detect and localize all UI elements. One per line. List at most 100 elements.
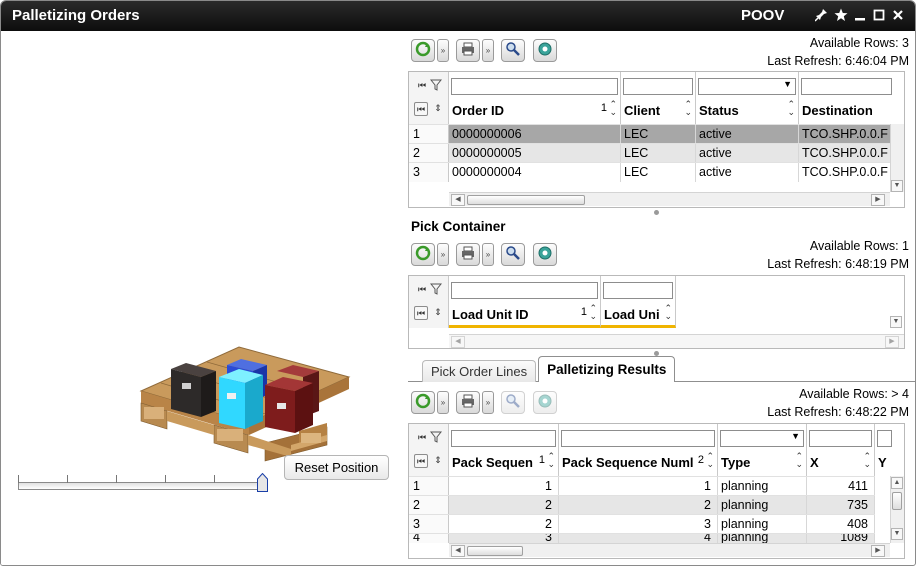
table-row[interactable]: 2 2 2 planning 735	[409, 495, 875, 515]
search-button[interactable]	[501, 391, 525, 414]
scroll-thumb[interactable]	[467, 546, 523, 556]
scroll-arrows-icon[interactable]: ⇕	[431, 454, 445, 468]
column-x[interactable]: X ⌃ ⌄	[807, 424, 875, 476]
pack-sequence-number-filter[interactable]	[561, 430, 715, 447]
filter-icon[interactable]	[429, 431, 443, 445]
column-y[interactable]: Y	[875, 424, 894, 476]
table-row[interactable]: 4 3 4 planning 1089	[409, 533, 875, 543]
sort-icon[interactable]: ⌃ ⌄	[664, 304, 672, 321]
refresh-dropdown[interactable]: »	[437, 39, 449, 62]
scroll-down-arrow[interactable]: ▼	[891, 180, 903, 192]
minimize-icon[interactable]	[853, 8, 866, 22]
first-record-button[interactable]: ⏮	[414, 102, 428, 116]
order-id-filter[interactable]	[451, 78, 618, 95]
search-button[interactable]	[501, 39, 525, 62]
scroll-arrows-icon[interactable]: ⇕	[431, 306, 445, 320]
pick-container-vscroll[interactable]: ▼	[890, 316, 904, 334]
first-record-button[interactable]: ⏮	[414, 454, 428, 468]
star-icon[interactable]	[834, 8, 848, 22]
column-type[interactable]: ▼ Type ⌃ ⌄	[718, 424, 807, 476]
print-dropdown[interactable]: »	[482, 39, 494, 62]
scroll-down-arrow[interactable]: ▼	[890, 316, 902, 328]
table-row[interactable]: 2 0000000005 LEC active TCO.SHP.0.0.F	[409, 143, 894, 163]
close-icon[interactable]	[891, 8, 904, 22]
sort-icon[interactable]: ⌃ ⌄	[863, 452, 871, 469]
table-row[interactable]: 3 0000000004 LEC active TCO.SHP.0.0.F	[409, 162, 894, 182]
print-button[interactable]	[456, 243, 480, 266]
sort-icon[interactable]: ⌃ ⌄	[609, 100, 617, 117]
sort-icon[interactable]: ⌃ ⌄	[547, 452, 555, 469]
reset-view-button[interactable]	[533, 39, 557, 62]
first-row-icon[interactable]: ⏮	[415, 283, 429, 297]
row-number: 1	[409, 477, 449, 496]
column-order-id[interactable]: Order ID 1 ⌃ ⌄	[449, 72, 621, 124]
sort-icon[interactable]: ⌃ ⌄	[787, 100, 795, 117]
print-button[interactable]	[456, 39, 480, 62]
pack-sequence-filter[interactable]	[451, 430, 556, 447]
maximize-icon[interactable]	[872, 8, 885, 22]
orders-hscroll[interactable]: ◀ ▶	[449, 192, 890, 206]
tab-palletizing-results[interactable]: Palletizing Results	[538, 356, 676, 382]
column-pack-sequence[interactable]: Pack Sequen 1 ⌃ ⌄	[449, 424, 559, 476]
type-filter-select[interactable]: ▼	[720, 430, 804, 447]
refresh-button[interactable]	[411, 391, 435, 414]
scroll-right-arrow[interactable]: ▶	[871, 545, 885, 557]
splitter-handle[interactable]	[654, 210, 659, 215]
column-destination[interactable]: Destination	[799, 72, 894, 124]
pallet-viewer[interactable]: Reset Position	[1, 31, 403, 565]
column-load-unit[interactable]: Load Uni ⌃ ⌄	[601, 276, 676, 328]
pick-container-hscroll[interactable]: ◀ ▶	[449, 334, 904, 348]
table-row[interactable]: 3 2 3 planning 408	[409, 514, 875, 534]
load-unit-id-filter[interactable]	[451, 282, 598, 299]
pin-icon[interactable]	[814, 8, 828, 22]
results-vscroll[interactable]: ▲ ▼	[890, 476, 904, 543]
first-row-icon[interactable]: ⏮	[415, 79, 429, 93]
scroll-left-arrow[interactable]: ◀	[451, 545, 465, 557]
first-row-icon[interactable]: ⏮	[415, 431, 429, 445]
refresh-button[interactable]	[411, 39, 435, 62]
refresh-dropdown[interactable]: »	[437, 391, 449, 414]
filter-icon[interactable]	[429, 283, 443, 297]
reset-view-button[interactable]	[533, 243, 557, 266]
column-client[interactable]: Client ⌃ ⌄	[621, 72, 696, 124]
load-unit-filter[interactable]	[603, 282, 673, 299]
sort-icon[interactable]: ⌃ ⌄	[706, 452, 714, 469]
filter-icon[interactable]	[429, 79, 443, 93]
reset-view-button[interactable]	[533, 391, 557, 414]
level-slider-track[interactable]	[18, 482, 266, 490]
status-filter-select[interactable]: ▼	[698, 78, 796, 95]
scroll-up-arrow[interactable]: ▲	[891, 477, 903, 489]
column-status[interactable]: ▼ Status ⌃ ⌄	[696, 72, 799, 124]
results-hscroll[interactable]: ◀ ▶	[449, 543, 890, 557]
column-pack-sequence-number[interactable]: Pack Sequence Numl 2 ⌃ ⌄	[559, 424, 718, 476]
refresh-button[interactable]	[411, 243, 435, 266]
x-filter[interactable]	[809, 430, 872, 447]
print-button[interactable]	[456, 391, 480, 414]
scroll-thumb[interactable]	[467, 195, 585, 205]
sort-icon[interactable]: ⌃ ⌄	[589, 304, 597, 321]
sort-icon[interactable]: ⌃ ⌄	[684, 100, 692, 117]
refresh-dropdown[interactable]: »	[437, 243, 449, 266]
destination-filter[interactable]	[801, 78, 892, 95]
scroll-thumb[interactable]	[892, 492, 902, 510]
scroll-right-arrow[interactable]: ▶	[871, 194, 885, 206]
search-button[interactable]	[501, 243, 525, 266]
orders-vscroll[interactable]: ▼	[890, 124, 904, 192]
scroll-left-arrow[interactable]: ◀	[451, 336, 465, 348]
column-load-unit-id[interactable]: Load Unit ID 1 ⌃ ⌄	[449, 276, 601, 328]
first-record-button[interactable]: ⏮	[414, 306, 428, 320]
scroll-arrows-icon[interactable]: ⇕	[431, 102, 445, 116]
tab-pick-order-lines[interactable]: Pick Order Lines	[422, 360, 537, 382]
print-dropdown[interactable]: »	[482, 243, 494, 266]
scroll-right-arrow[interactable]: ▶	[885, 336, 899, 348]
print-dropdown[interactable]: »	[482, 391, 494, 414]
client-filter[interactable]	[623, 78, 693, 95]
sort-icon[interactable]: ⌃ ⌄	[795, 452, 803, 469]
table-row[interactable]: 1 0000000006 LEC active TCO.SHP.0.0.F	[409, 124, 894, 144]
reset-position-button[interactable]: Reset Position	[284, 455, 389, 480]
scroll-down-arrow[interactable]: ▼	[891, 528, 903, 540]
scroll-left-arrow[interactable]: ◀	[451, 194, 465, 206]
y-filter[interactable]	[877, 430, 892, 447]
table-row[interactable]: 1 1 1 planning 411	[409, 476, 875, 496]
level-slider-thumb[interactable]	[257, 472, 268, 492]
